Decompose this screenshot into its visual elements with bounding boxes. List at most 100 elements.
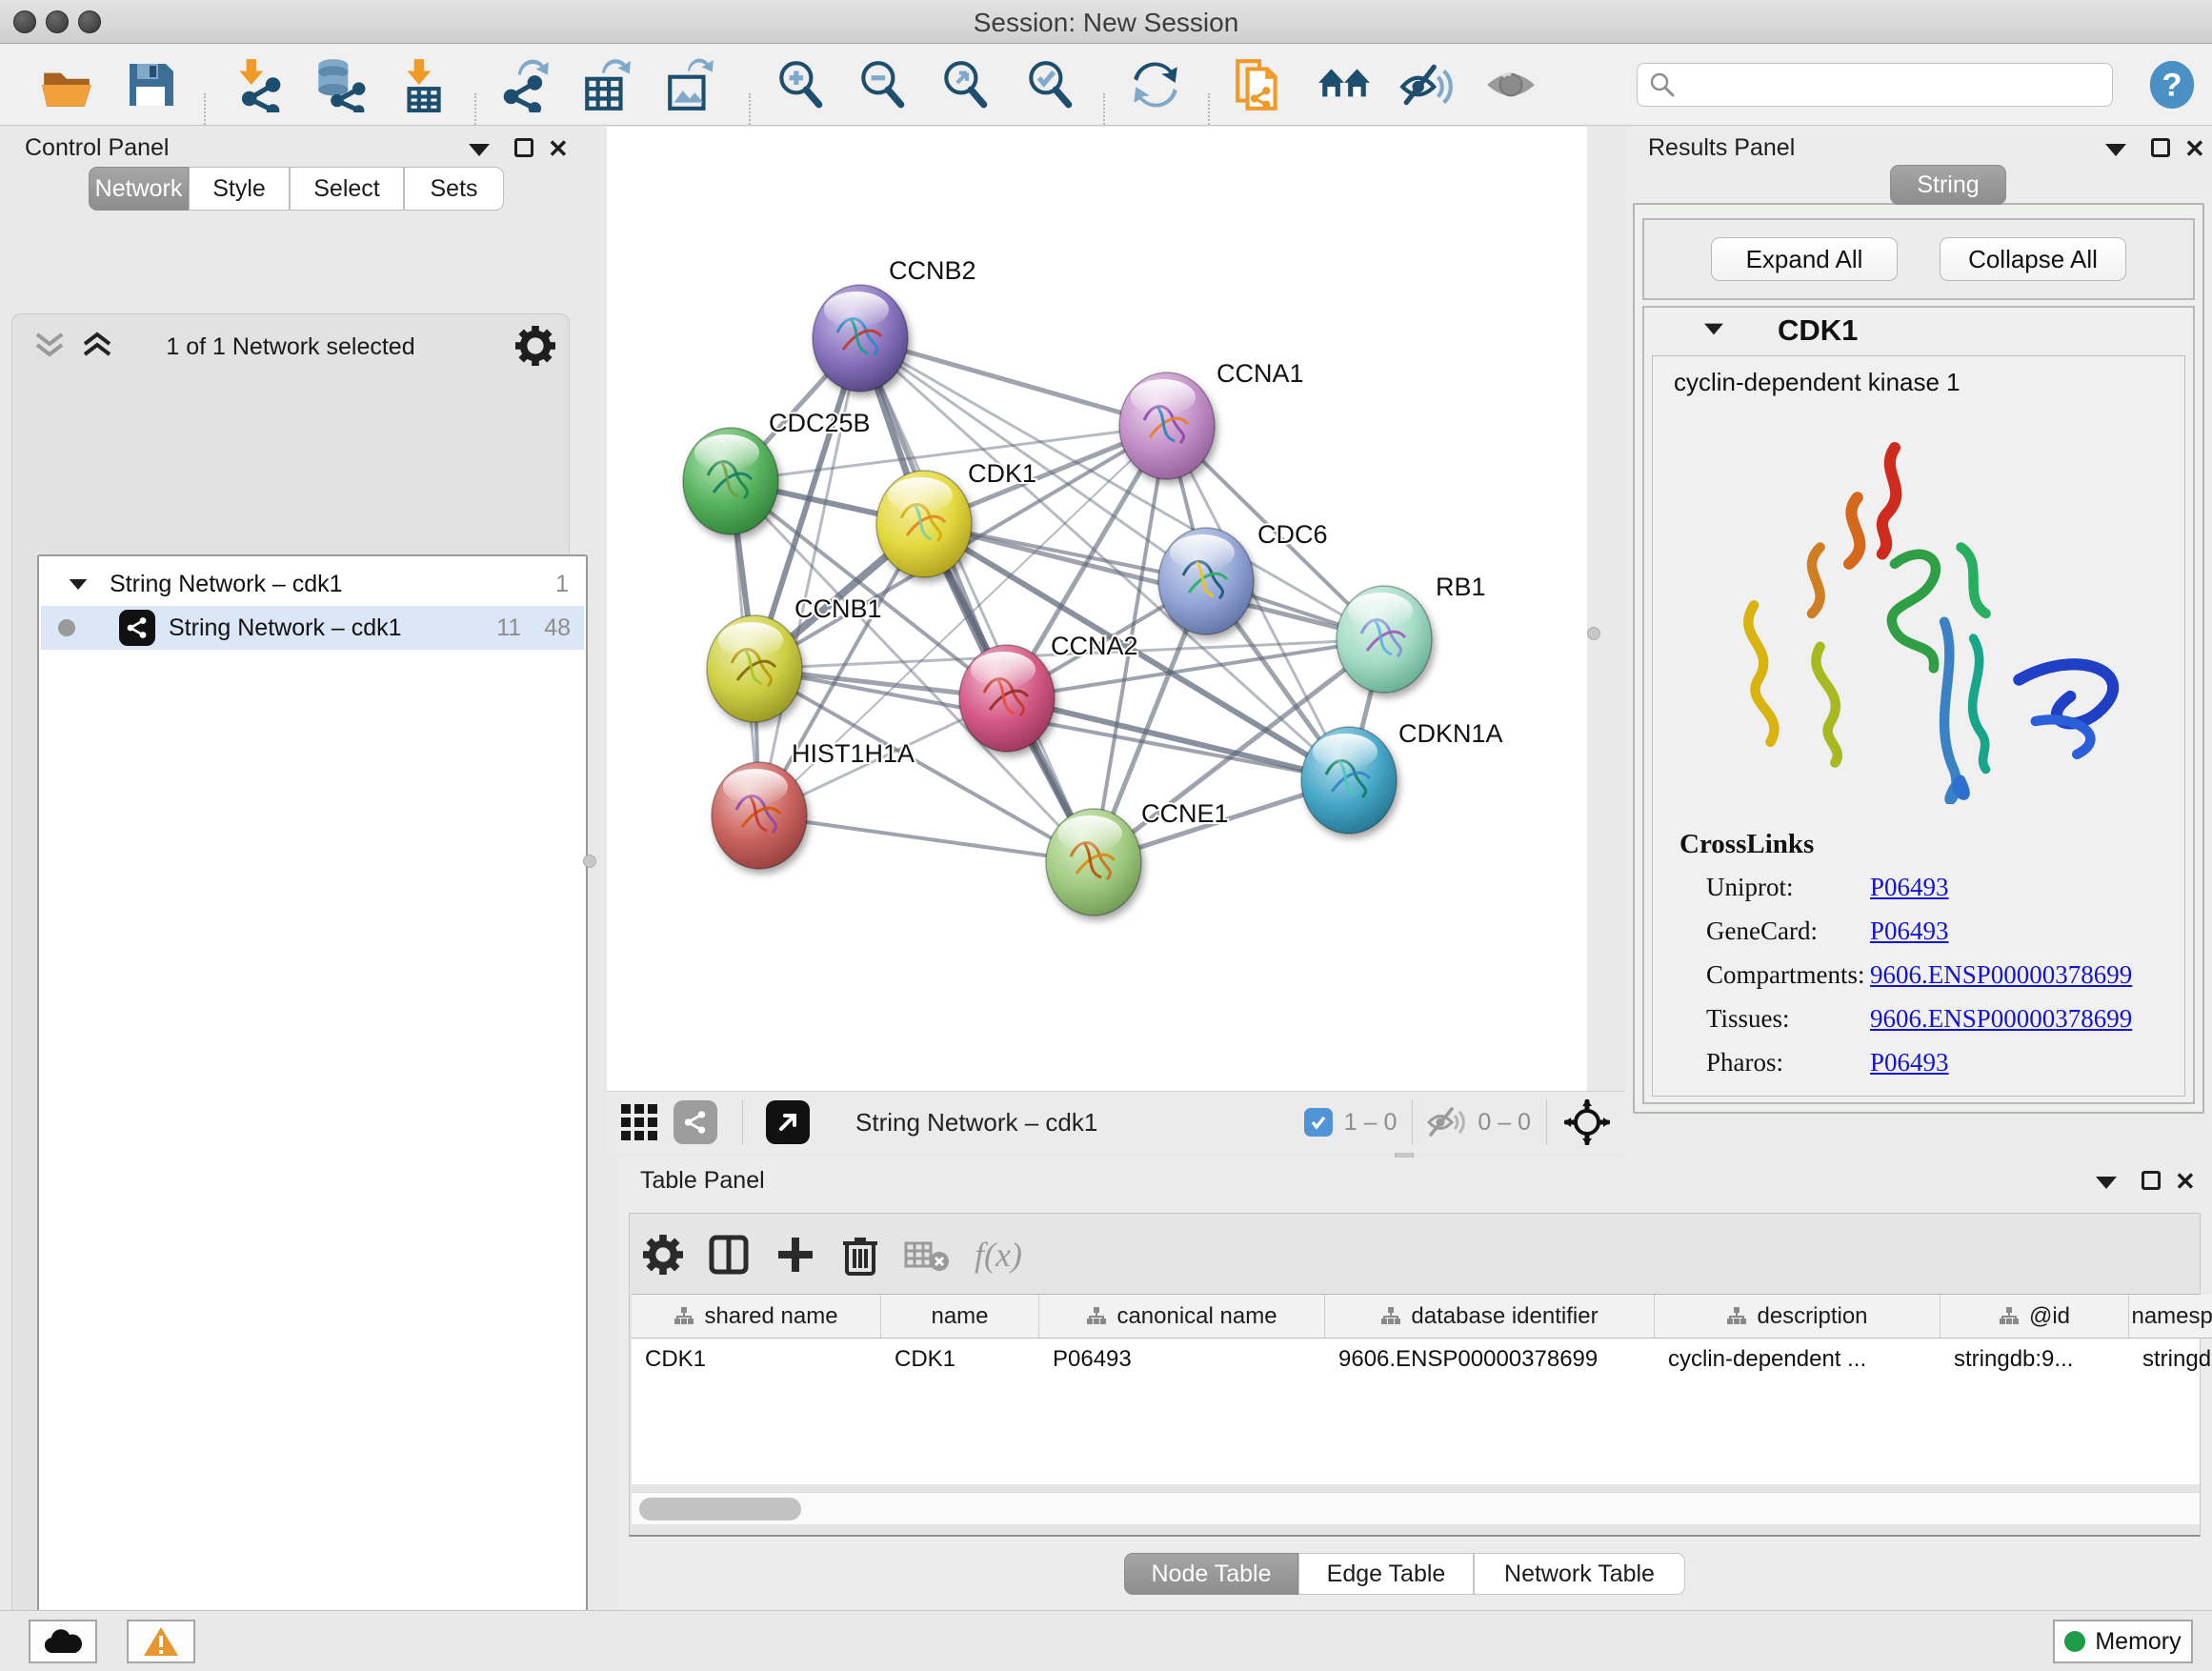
import-network-from-database-button[interactable] [309, 54, 370, 115]
node-RB1[interactable] [1337, 586, 1432, 693]
crosslink-genecard-link[interactable]: P06493 [1870, 916, 1949, 946]
column-header-databaseidentifier[interactable]: database identifier [1325, 1295, 1655, 1339]
network-collection-row[interactable]: String Network – cdk1 1 [41, 562, 584, 606]
control-panel-float-icon[interactable] [514, 138, 533, 157]
results-panel-close-icon[interactable]: ✕ [2184, 134, 2205, 164]
tab-node-table[interactable]: Node Table [1124, 1553, 1298, 1595]
string-hide-glasses-button[interactable] [1396, 54, 1457, 115]
show-hide-button[interactable] [1480, 54, 1541, 115]
warning-status-button[interactable] [127, 1620, 195, 1663]
table-panel-float-icon[interactable] [2142, 1171, 2161, 1190]
column-header-sharedname[interactable]: shared name [632, 1295, 881, 1339]
network-row[interactable]: String Network – cdk1 11 48 [41, 606, 584, 650]
string-network-graph[interactable]: CCNB2CCNA1CDC25BCDK1CDC6RB1CCNB1CCNA2CDK… [607, 127, 1587, 1091]
node-CCNE1[interactable] [1046, 809, 1141, 916]
left-splitter-handle[interactable] [583, 855, 596, 868]
table-horizontal-scrollbar[interactable] [632, 1492, 2200, 1524]
import-table-from-file-button[interactable] [392, 54, 453, 115]
node-CCNA1[interactable] [1119, 372, 1215, 479]
crosslink-uniprot-link[interactable]: P06493 [1870, 873, 1949, 902]
table-cell[interactable]: stringdb:9... [1941, 1339, 2129, 1380]
import-network-from-file-button[interactable] [227, 54, 288, 115]
column-header-name[interactable]: name [881, 1295, 1039, 1339]
export-table-button[interactable] [576, 54, 637, 115]
protein-collapse-icon[interactable] [1704, 324, 1723, 335]
tab-edge-table[interactable]: Edge Table [1298, 1553, 1474, 1595]
collapse-all-button[interactable]: Collapse All [1940, 237, 2126, 281]
export-image-button[interactable] [659, 54, 720, 115]
search-field[interactable] [1637, 63, 2113, 107]
node-CDKN1A[interactable] [1301, 727, 1397, 834]
column-header-canonicalname[interactable]: canonical name [1039, 1295, 1325, 1339]
hidden-eye-slash-icon[interactable] [1426, 1106, 1468, 1138]
right-splitter-handle[interactable] [1587, 627, 1600, 640]
function-builder-icon[interactable]: f(x) [975, 1235, 1022, 1275]
table-cell[interactable]: CDK1 [881, 1339, 1039, 1380]
results-panel-float-icon[interactable] [2151, 138, 2170, 157]
tab-network-table[interactable]: Network Table [1474, 1553, 1685, 1595]
table-cell[interactable]: P06493 [1039, 1339, 1325, 1380]
node-CCNB2[interactable] [813, 285, 908, 392]
refresh-view-button[interactable] [1125, 54, 1186, 115]
table-cell[interactable]: stringdb [2129, 1339, 2212, 1380]
zoom-out-button[interactable] [852, 54, 913, 115]
node-CDC6[interactable] [1158, 528, 1254, 634]
table-settings-gear-icon[interactable] [643, 1235, 683, 1275]
table-cell[interactable]: cyclin-dependent ... [1655, 1339, 1941, 1380]
birds-eye-grid-icon[interactable] [620, 1103, 658, 1141]
crosslink-tissues-link[interactable]: 9606.ENSP00000378699 [1870, 1004, 2132, 1034]
crosslink-pharos-link[interactable]: P06493 [1870, 1048, 1949, 1077]
export-network-button[interactable] [494, 54, 555, 115]
node-HIST1H1A[interactable] [712, 762, 807, 869]
detach-view-button[interactable] [766, 1100, 810, 1144]
tab-string[interactable]: String [1890, 165, 2006, 205]
fit-crosshair-icon[interactable] [1564, 1099, 1610, 1145]
node-CCNA2[interactable] [959, 645, 1055, 752]
search-input[interactable] [1683, 71, 2093, 98]
zoom-fit-button[interactable] [935, 54, 995, 115]
delete-column-icon[interactable] [841, 1234, 879, 1276]
crosslink-compartments-link[interactable]: 9606.ENSP00000378699 [1870, 960, 2132, 990]
show-columns-icon[interactable] [708, 1234, 750, 1276]
tab-style[interactable]: Style [189, 167, 290, 211]
control-panel-menu-icon[interactable] [469, 144, 490, 156]
results-panel-menu-icon[interactable] [2105, 144, 2126, 156]
table-panel-close-icon[interactable]: ✕ [2175, 1167, 2196, 1197]
zoom-selected-button[interactable] [1019, 54, 1080, 115]
add-column-icon[interactable] [774, 1234, 816, 1276]
cloud-status-button[interactable] [29, 1620, 97, 1663]
node-CDC25B[interactable] [683, 428, 778, 534]
table-cell[interactable]: 9606.ENSP00000378699 [1325, 1339, 1655, 1380]
network-view-canvas[interactable]: CCNB2CCNA1CDC25BCDK1CDC6RB1CCNB1CCNA2CDK… [607, 127, 1587, 1091]
zoom-in-button[interactable] [770, 54, 831, 115]
memory-button[interactable]: Memory [2053, 1620, 2193, 1663]
node-table[interactable]: shared namenamecanonical namedatabase id… [632, 1294, 2200, 1484]
column-header-namespace[interactable]: namespace [2129, 1295, 2212, 1339]
selected-checkbox-icon[interactable] [1304, 1108, 1333, 1137]
table-cell[interactable]: CDK1 [632, 1339, 881, 1380]
open-session-button[interactable] [36, 54, 97, 115]
node-CCNB1[interactable] [707, 615, 802, 722]
help-button[interactable]: ? [2142, 54, 2202, 115]
edge-HIST1H1A-CCNE1[interactable] [759, 815, 1094, 862]
tab-network[interactable]: Network [89, 167, 189, 211]
control-panel-close-icon[interactable]: ✕ [548, 134, 569, 164]
delete-table-icon[interactable] [904, 1238, 950, 1272]
column-header-id[interactable]: @id [1941, 1295, 2129, 1339]
table-panel-menu-icon[interactable] [2096, 1177, 2117, 1189]
tab-sets[interactable]: Sets [404, 167, 504, 211]
share-network-icon [242, 77, 279, 111]
scrollbar-thumb[interactable] [639, 1498, 801, 1520]
tab-select[interactable]: Select [290, 167, 404, 211]
edge-CCNB2-CCNE1[interactable] [860, 338, 1094, 862]
string-home-button[interactable] [1314, 54, 1375, 115]
network-share-button[interactable] [674, 1100, 717, 1144]
save-session-button[interactable] [120, 54, 181, 115]
collection-expand-icon[interactable] [70, 578, 88, 589]
column-header-description[interactable]: description [1655, 1295, 1941, 1339]
network-edge-count: 48 [544, 614, 571, 642]
node-CDK1[interactable] [876, 471, 972, 577]
gear-icon[interactable] [515, 326, 555, 366]
expand-all-button[interactable]: Expand All [1711, 237, 1898, 281]
string-import-button[interactable] [1229, 54, 1290, 115]
